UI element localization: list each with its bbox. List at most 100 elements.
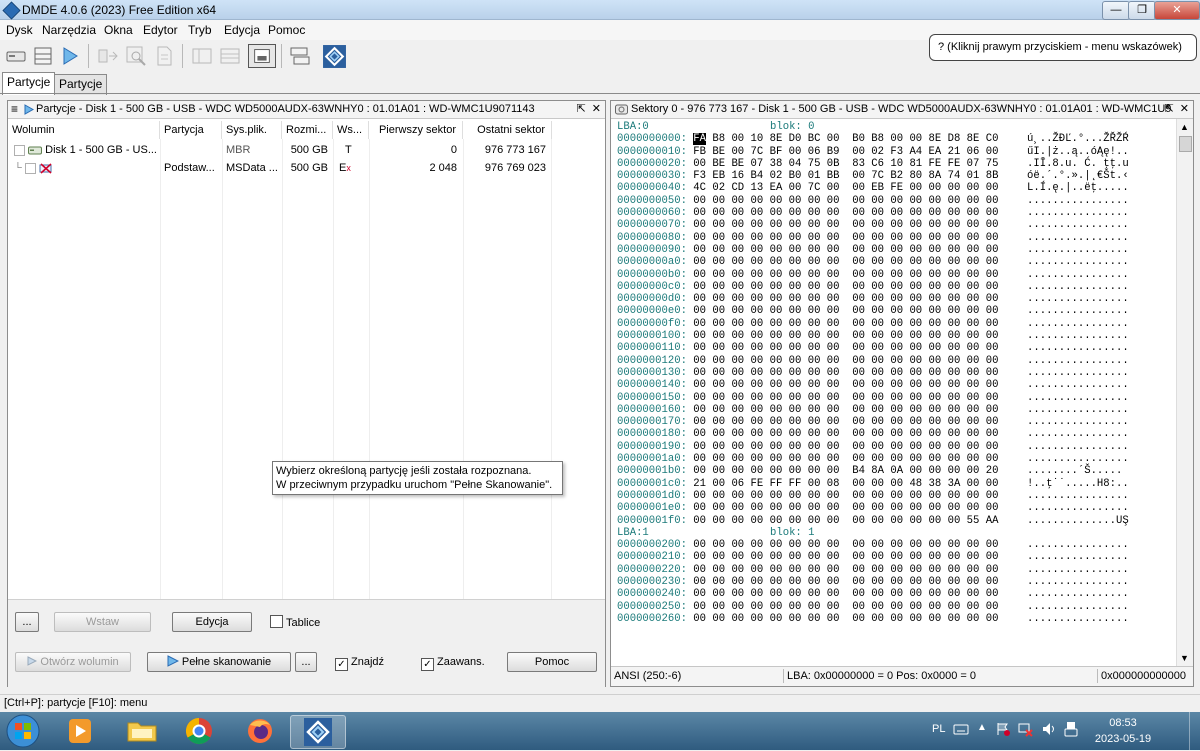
play-icon[interactable]: [58, 44, 82, 68]
menu-narzedzia[interactable]: Narzędzia: [42, 23, 96, 37]
hex-bytes[interactable]: 00 00 00 00 00 00 00 00 00 00 00 00 00 0…: [693, 305, 998, 317]
col-pierwszy-sektor[interactable]: Pierwszy sektor: [369, 121, 463, 139]
hex-ascii[interactable]: ................: [1027, 490, 1129, 502]
hex-row[interactable]: 0000000130: 00 00 00 00 00 00 00 00 00 0…: [617, 367, 1129, 379]
hex-row[interactable]: 0000000070: 00 00 00 00 00 00 00 00 00 0…: [617, 219, 1129, 231]
hex-row[interactable]: 0000000030: F3 EB 16 B4 02 B0 01 BB 00 7…: [617, 170, 1129, 182]
hex-ascii[interactable]: ................: [1027, 564, 1129, 576]
hex-row[interactable]: 0000000170: 00 00 00 00 00 00 00 00 00 0…: [617, 416, 1129, 428]
hex-bytes[interactable]: 00 00 00 00 00 00 00 00 00 00 00 00 00 0…: [693, 551, 998, 563]
hex-ascii[interactable]: ................: [1027, 613, 1129, 625]
hex-ascii[interactable]: .IĪ.8.u. Ć. ţţ.u: [1027, 158, 1129, 170]
col-partycja[interactable]: Partycja: [160, 121, 222, 139]
hex-bytes[interactable]: 00 00 00 00 00 00 00 00 00 00 00 00 00 0…: [693, 342, 998, 354]
hex-bytes[interactable]: 00 00 00 00 00 00 00 00 00 00 00 00 00 0…: [693, 539, 998, 551]
close-panel-icon[interactable]: ✕: [1180, 103, 1189, 115]
hex-row[interactable]: 0000000010: FB BE 00 7C BF 00 06 B9 00 0…: [617, 146, 1129, 158]
hex-ascii[interactable]: ................: [1027, 551, 1129, 563]
hex-ascii[interactable]: ................: [1027, 207, 1129, 219]
hex-bytes[interactable]: 00 00 00 00 00 00 00 00 00 00 00 00 00 0…: [693, 244, 998, 256]
hex-bytes[interactable]: 00 00 00 00 00 00 00 00 00 00 00 00 00 0…: [693, 428, 998, 440]
hex-ascii[interactable]: ................: [1027, 256, 1129, 268]
hex-row[interactable]: 00000001d0: 00 00 00 00 00 00 00 00 00 0…: [617, 490, 1129, 502]
hex-row[interactable]: 0000000050: 00 00 00 00 00 00 00 00 00 0…: [617, 195, 1129, 207]
hex-row[interactable]: 00000000e0: 00 00 00 00 00 00 00 00 00 0…: [617, 305, 1129, 317]
hex-cursor[interactable]: FA: [693, 133, 707, 146]
hint-bubble[interactable]: ? (Kliknij prawym przyciskiem - menu wsk…: [929, 34, 1197, 61]
row-checkbox[interactable]: [14, 144, 25, 156]
hex-row[interactable]: 0000000110: 00 00 00 00 00 00 00 00 00 0…: [617, 342, 1129, 354]
hex-row[interactable]: 0000000080: 00 00 00 00 00 00 00 00 00 0…: [617, 232, 1129, 244]
menu-okna[interactable]: Okna: [104, 23, 133, 37]
col-wolumin[interactable]: Wolumin: [8, 121, 160, 139]
hex-bytes[interactable]: 00 00 00 00 00 00 00 00 00 00 00 00 00 0…: [693, 232, 998, 244]
hex-bytes[interactable]: 00 BE BE 07 38 04 75 0B 83 C6 10 81 FE F…: [693, 158, 998, 170]
firefox-taskbar[interactable]: [236, 715, 284, 747]
hex-ascii[interactable]: ................: [1027, 244, 1129, 256]
encoding-status[interactable]: ANSI (250:-6): [614, 667, 681, 685]
hex-ascii[interactable]: ................: [1027, 576, 1129, 588]
hex-bytes[interactable]: 00 00 00 00 00 00 00 00 00 00 00 00 00 0…: [693, 256, 998, 268]
hex-bytes[interactable]: FA B8 00 10 8E D0 BC 00 B0 B8 00 00 8E D…: [693, 133, 998, 146]
new-file-icon[interactable]: [152, 44, 176, 68]
language-indicator[interactable]: PL: [932, 723, 945, 735]
search-icon[interactable]: [124, 44, 148, 68]
hex-bytes[interactable]: 00 00 00 00 00 00 00 00 00 00 00 00 00 0…: [693, 195, 998, 207]
hex-bytes[interactable]: 00 00 00 00 00 00 00 00 00 00 00 00 00 0…: [693, 293, 998, 305]
hex-ascii[interactable]: ................: [1027, 392, 1129, 404]
hex-row[interactable]: 0000000210: 00 00 00 00 00 00 00 00 00 0…: [617, 551, 1129, 563]
hex-row[interactable]: 0000000260: 00 00 00 00 00 00 00 00 00 0…: [617, 613, 1129, 625]
hex-bytes[interactable]: 00 00 00 00 00 00 00 00 00 00 00 00 00 0…: [693, 613, 998, 625]
hex-bytes[interactable]: 00 00 00 00 00 00 00 00 00 00 00 00 00 0…: [693, 207, 998, 219]
hex-bytes[interactable]: 00 00 00 00 00 00 00 00 00 00 00 00 00 0…: [693, 379, 998, 391]
chrome-taskbar[interactable]: [175, 715, 223, 747]
hex-ascii[interactable]: !..ţ˙˙.....H8:..: [1027, 478, 1129, 490]
hex-ascii[interactable]: ................: [1027, 379, 1129, 391]
view-table-icon[interactable]: [218, 44, 242, 68]
hex-editor[interactable]: LBA:0 blok: 0 0000000000: FA B8 00 10 8E …: [617, 121, 1129, 625]
hex-bytes[interactable]: 00 00 00 00 00 00 00 00 00 00 00 00 00 0…: [693, 355, 998, 367]
hex-ascii[interactable]: ................: [1027, 330, 1129, 342]
full-scan-button[interactable]: Pełne skanowanie: [147, 652, 291, 672]
hex-ascii[interactable]: ................: [1027, 342, 1129, 354]
tab-partycje[interactable]: Partycje: [54, 74, 108, 95]
hex-bytes[interactable]: 00 00 00 00 00 00 00 00 00 00 00 00 00 0…: [693, 219, 998, 231]
hex-bytes[interactable]: 00 00 00 00 00 00 00 00 00 00 00 00 00 0…: [693, 588, 998, 600]
view-list-icon[interactable]: [190, 44, 214, 68]
hex-bytes[interactable]: 00 00 00 00 00 00 00 00 00 00 00 00 00 0…: [693, 515, 998, 527]
close-panel-icon[interactable]: ✕: [592, 103, 601, 115]
hex-bytes[interactable]: 00 00 00 00 00 00 00 00 00 00 00 00 00 0…: [693, 453, 998, 465]
help-button[interactable]: Pomoc: [507, 652, 597, 672]
hex-view-icon[interactable]: [248, 44, 276, 68]
hex-ascii[interactable]: ..............UŞ: [1027, 515, 1129, 527]
scan-options-button[interactable]: ...: [295, 652, 317, 672]
show-hidden-icons-icon[interactable]: ▲: [977, 722, 987, 733]
table-row[interactable]: └: [14, 162, 160, 174]
col-rozmiar[interactable]: Rozmi...: [282, 121, 333, 139]
col-sys-plik[interactable]: Sys.plik.: [222, 121, 282, 139]
hex-bytes[interactable]: 00 00 00 00 00 00 00 00 00 00 00 00 00 0…: [693, 318, 998, 330]
hex-row[interactable]: 0000000180: 00 00 00 00 00 00 00 00 00 0…: [617, 428, 1129, 440]
hex-ascii[interactable]: űI.|ż..ą..óĄę!..: [1027, 146, 1129, 158]
hex-bytes[interactable]: 00 00 00 00 00 00 00 00 00 00 00 00 00 0…: [693, 392, 998, 404]
hex-ascii[interactable]: óë.´.°.».|˛€Št.‹: [1027, 170, 1129, 182]
hex-row[interactable]: 00000000b0: 00 00 00 00 00 00 00 00 00 0…: [617, 269, 1129, 281]
scroll-up-icon[interactable]: ▲: [1177, 119, 1192, 135]
hex-ascii[interactable]: ................: [1027, 588, 1129, 600]
hex-row[interactable]: 00000000c0: 00 00 00 00 00 00 00 00 00 0…: [617, 281, 1129, 293]
hex-row[interactable]: 0000000060: 00 00 00 00 00 00 00 00 00 0…: [617, 207, 1129, 219]
menu-pomoc[interactable]: Pomoc: [268, 23, 305, 37]
hex-row[interactable]: 0000000120: 00 00 00 00 00 00 00 00 00 0…: [617, 355, 1129, 367]
hex-bytes[interactable]: 00 00 00 00 00 00 00 00 00 00 00 00 00 0…: [693, 576, 998, 588]
hex-ascii[interactable]: ................: [1027, 355, 1129, 367]
hex-ascii[interactable]: ................: [1027, 367, 1129, 379]
menu-tryb[interactable]: Tryb: [188, 23, 212, 37]
hex-row[interactable]: 00000000d0: 00 00 00 00 00 00 00 00 00 0…: [617, 293, 1129, 305]
hex-ascii[interactable]: ................: [1027, 416, 1129, 428]
hex-row[interactable]: 0000000190: 00 00 00 00 00 00 00 00 00 0…: [617, 441, 1129, 453]
hex-bytes[interactable]: 00 00 00 00 00 00 00 00 00 00 00 00 00 0…: [693, 367, 998, 379]
insert-button[interactable]: Wstaw: [54, 612, 151, 632]
hex-bytes[interactable]: 00 00 00 00 00 00 00 00 00 00 00 00 00 0…: [693, 601, 998, 613]
minimize-button[interactable]: —: [1102, 1, 1130, 20]
hex-ascii[interactable]: ................: [1027, 502, 1129, 514]
